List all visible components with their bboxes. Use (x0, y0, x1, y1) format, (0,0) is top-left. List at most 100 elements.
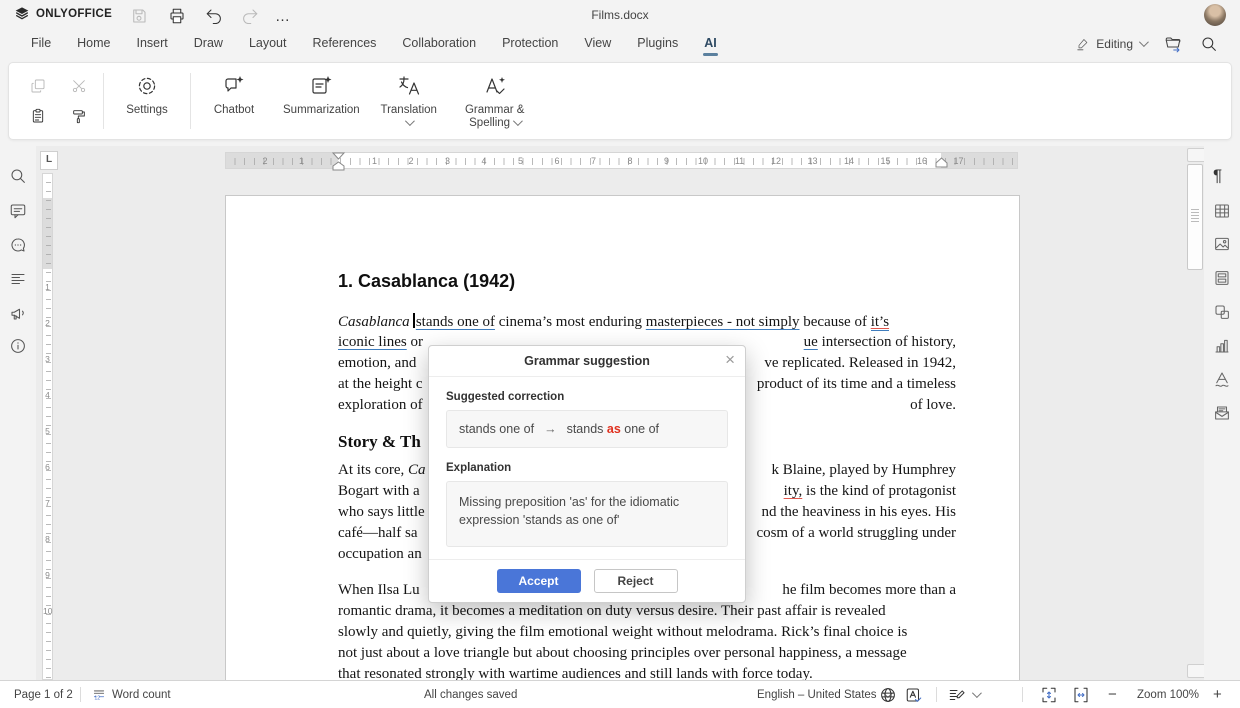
ruler-number: 1 (370, 156, 379, 166)
shape-settings-icon[interactable] (1213, 303, 1231, 321)
word-count-button[interactable]: 12 Word count (92, 681, 171, 708)
explanation-box: Missing preposition 'as' for the idiomat… (446, 481, 728, 547)
search-icon[interactable] (9, 167, 27, 185)
tab-file[interactable]: File (18, 31, 64, 57)
tab-insert[interactable]: Insert (124, 31, 181, 57)
first-line-indent-marker[interactable] (332, 152, 345, 160)
accept-button[interactable]: Accept (497, 569, 581, 593)
tab-collaboration[interactable]: Collaboration (389, 31, 489, 57)
text-run: ue (804, 334, 818, 350)
settings-button[interactable]: Settings (108, 63, 186, 139)
right-indent-marker[interactable] (935, 157, 948, 168)
gear-icon (135, 73, 159, 99)
doc-line: slowly and quietly, giving the film emot… (338, 624, 956, 645)
text-run: cinema’s most enduring (495, 314, 646, 330)
doc-heading: Story & Th (338, 432, 421, 452)
chart-settings-icon[interactable] (1213, 337, 1231, 355)
tab-references[interactable]: References (299, 31, 389, 57)
tab-draw[interactable]: Draw (181, 31, 236, 57)
navigation-icon[interactable] (9, 270, 27, 288)
correction-after-post: one of (624, 422, 659, 436)
text-art-icon[interactable] (1213, 370, 1231, 388)
zoom-out-button[interactable]: − (1108, 681, 1117, 708)
app-window: ONLYOFFICE … Films.docx FileHomeInsertDr… (0, 0, 1240, 708)
language-label: English – United States (757, 689, 877, 701)
avatar[interactable] (1204, 4, 1226, 26)
svg-text:12: 12 (94, 695, 100, 701)
doc-line: that resonated strongly with wartime aud… (338, 666, 956, 680)
text-run: cosm of a world struggling under (756, 525, 956, 541)
set-language-button[interactable] (879, 681, 897, 708)
tab-protection[interactable]: Protection (489, 31, 571, 57)
scrollbar-thumb[interactable] (1187, 164, 1203, 270)
zoom-in-button[interactable]: + (1213, 681, 1222, 708)
ruler-number: 17 (951, 156, 965, 166)
menu-tabs: FileHomeInsertDrawLayoutReferencesCollab… (0, 31, 730, 57)
text-run: When Ilsa Lu (338, 582, 420, 598)
tab-view[interactable]: View (571, 31, 624, 57)
scroll-up-button[interactable] (1187, 148, 1204, 162)
text-run: masterpieces - not simply (646, 314, 800, 330)
fit-width-icon (1072, 686, 1090, 704)
text-run: that resonated strongly with wartime aud… (338, 666, 813, 680)
copy-button[interactable] (30, 78, 46, 94)
text-run: of love. (910, 397, 956, 413)
paste-button[interactable] (30, 108, 46, 124)
paragraph-settings-icon[interactable]: ¶ (1213, 167, 1231, 185)
header-footer-icon[interactable] (1213, 269, 1231, 287)
feedback-icon[interactable] (9, 304, 27, 322)
ruler-number: 3 (443, 156, 452, 166)
dialog-header[interactable]: Grammar suggestion × (429, 346, 745, 377)
correction-after-pre: stands (567, 422, 604, 436)
pencil-icon (1076, 37, 1090, 51)
translation-button[interactable]: Translation (370, 63, 448, 139)
scroll-down-button[interactable] (1187, 664, 1204, 678)
text-run: or (407, 334, 423, 350)
text-run: Ca (408, 462, 426, 478)
table-settings-icon[interactable] (1213, 202, 1231, 220)
tab-layout[interactable]: Layout (236, 31, 300, 57)
correction-highlight: as (607, 422, 621, 436)
grammar-spelling-button[interactable]: Grammar & Spelling (448, 63, 542, 139)
text-run: At its core, (338, 462, 408, 478)
ruler-number: 6 (552, 156, 561, 166)
format-painter-button[interactable] (71, 108, 87, 124)
text-cursor (413, 313, 414, 328)
page-indicator[interactable]: Page 1 of 2 (14, 681, 73, 708)
chatbot-button[interactable]: Chatbot (195, 63, 273, 139)
tab-home[interactable]: Home (64, 31, 123, 57)
fit-page-icon (1040, 686, 1058, 704)
top-bar: ONLYOFFICE … Films.docx (0, 0, 1240, 30)
track-changes-button[interactable] (948, 681, 979, 708)
right-sidebar: ¶ (1204, 146, 1240, 680)
spellcheck-toggle[interactable] (905, 681, 923, 708)
cut-button[interactable] (71, 78, 87, 94)
editing-mode-selector[interactable]: Editing (1076, 37, 1146, 51)
image-settings-icon[interactable] (1213, 235, 1231, 253)
tab-stop-selector[interactable]: L (40, 151, 58, 170)
about-icon[interactable] (9, 337, 27, 355)
fit-page-button[interactable] (1040, 681, 1058, 708)
left-indent-marker[interactable] (332, 161, 345, 171)
ruler-number: 1 (43, 282, 52, 292)
menu-tab-bar: FileHomeInsertDrawLayoutReferencesCollab… (0, 30, 1240, 57)
close-icon[interactable]: × (725, 350, 735, 370)
chat-icon[interactable] (9, 236, 27, 254)
grammar-check-icon (483, 73, 507, 99)
chevron-down-icon (405, 116, 415, 126)
mail-merge-icon[interactable] (1213, 404, 1231, 422)
tab-ai[interactable]: AI (691, 31, 730, 57)
correction-after: stands as one of (567, 422, 659, 436)
tab-plugins[interactable]: Plugins (624, 31, 691, 57)
reject-button[interactable]: Reject (594, 569, 678, 593)
language-selector[interactable]: English – United States (757, 681, 890, 708)
search-button[interactable] (1200, 35, 1218, 53)
ai-toolbar: Settings Chatbot Summarization (8, 62, 1232, 140)
text-run: it’s (871, 314, 889, 331)
chat-sparkle-icon (222, 73, 246, 99)
summarization-button[interactable]: Summarization (273, 63, 370, 139)
toolbar-divider (103, 73, 104, 129)
comments-icon[interactable] (9, 202, 27, 220)
open-file-location-button[interactable] (1164, 35, 1182, 53)
fit-width-button[interactable] (1072, 681, 1090, 708)
